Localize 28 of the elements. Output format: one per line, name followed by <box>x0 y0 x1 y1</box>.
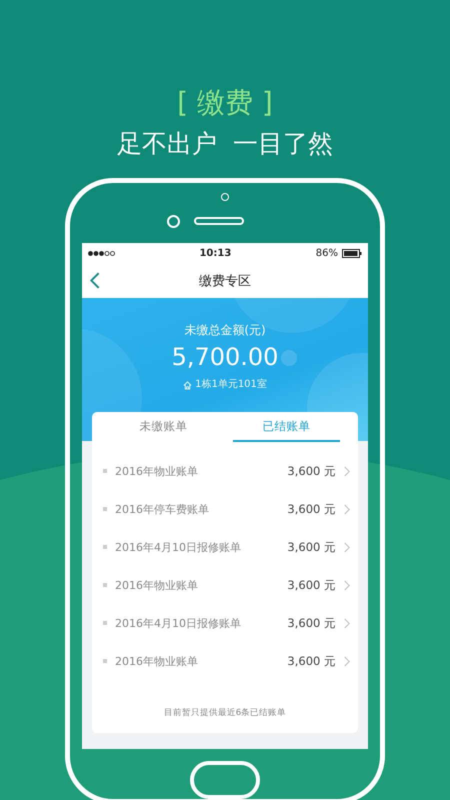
bill-amount: 3,600 元 <box>287 502 336 516</box>
bill-row[interactable]: 2016年物业账单 3,600 元 <box>92 566 358 604</box>
bill-amount: 3,600 元 <box>287 540 336 554</box>
footnote: 目前暂只提供最近6条已结账单 <box>162 707 288 720</box>
status-time: 10:13 <box>199 248 232 258</box>
bill-name: 2016年停车费账单 <box>115 502 210 516</box>
bill-name: 2016年物业账单 <box>115 654 199 668</box>
bill-row[interactable]: 2016年4月10日报修账单 3,600 元 <box>92 604 358 642</box>
bill-amount: 3,600 元 <box>287 464 336 478</box>
summary-label: 未缴总金额(元) <box>184 322 266 339</box>
headline: [ 缴费 ] <box>177 85 273 121</box>
bill-name: 2016年4月10日报修账单 <box>115 616 242 630</box>
bill-amount: 3,600 元 <box>287 654 336 668</box>
page-title: 缴费专区 <box>199 272 251 290</box>
battery-percent: 86% <box>316 248 338 258</box>
bill-row[interactable]: 2016年4月10日报修账单 3,600 元 <box>92 528 358 566</box>
bill-name: 2016年物业账单 <box>115 578 199 592</box>
bill-row[interactable]: 2016年物业账单 3,600 元 <box>92 642 358 680</box>
address: 1栋1单元101室 <box>195 378 267 392</box>
total-amount: 5,700.00 <box>172 342 278 373</box>
bill-amount: 3,600 元 <box>287 578 336 592</box>
bill-name: 2016年物业账单 <box>115 464 199 478</box>
bill-row[interactable]: 2016年物业账单 3,600 元 <box>92 452 358 490</box>
subtitle: 足不出户 一目了然 <box>117 128 333 160</box>
bill-row[interactable]: 2016年停车费账单 3,600 元 <box>92 490 358 528</box>
bill-amount: 3,600 元 <box>287 616 336 630</box>
bill-name: 2016年4月10日报修账单 <box>115 540 242 554</box>
bill-tab[interactable]: 未缴账单 <box>110 412 217 442</box>
